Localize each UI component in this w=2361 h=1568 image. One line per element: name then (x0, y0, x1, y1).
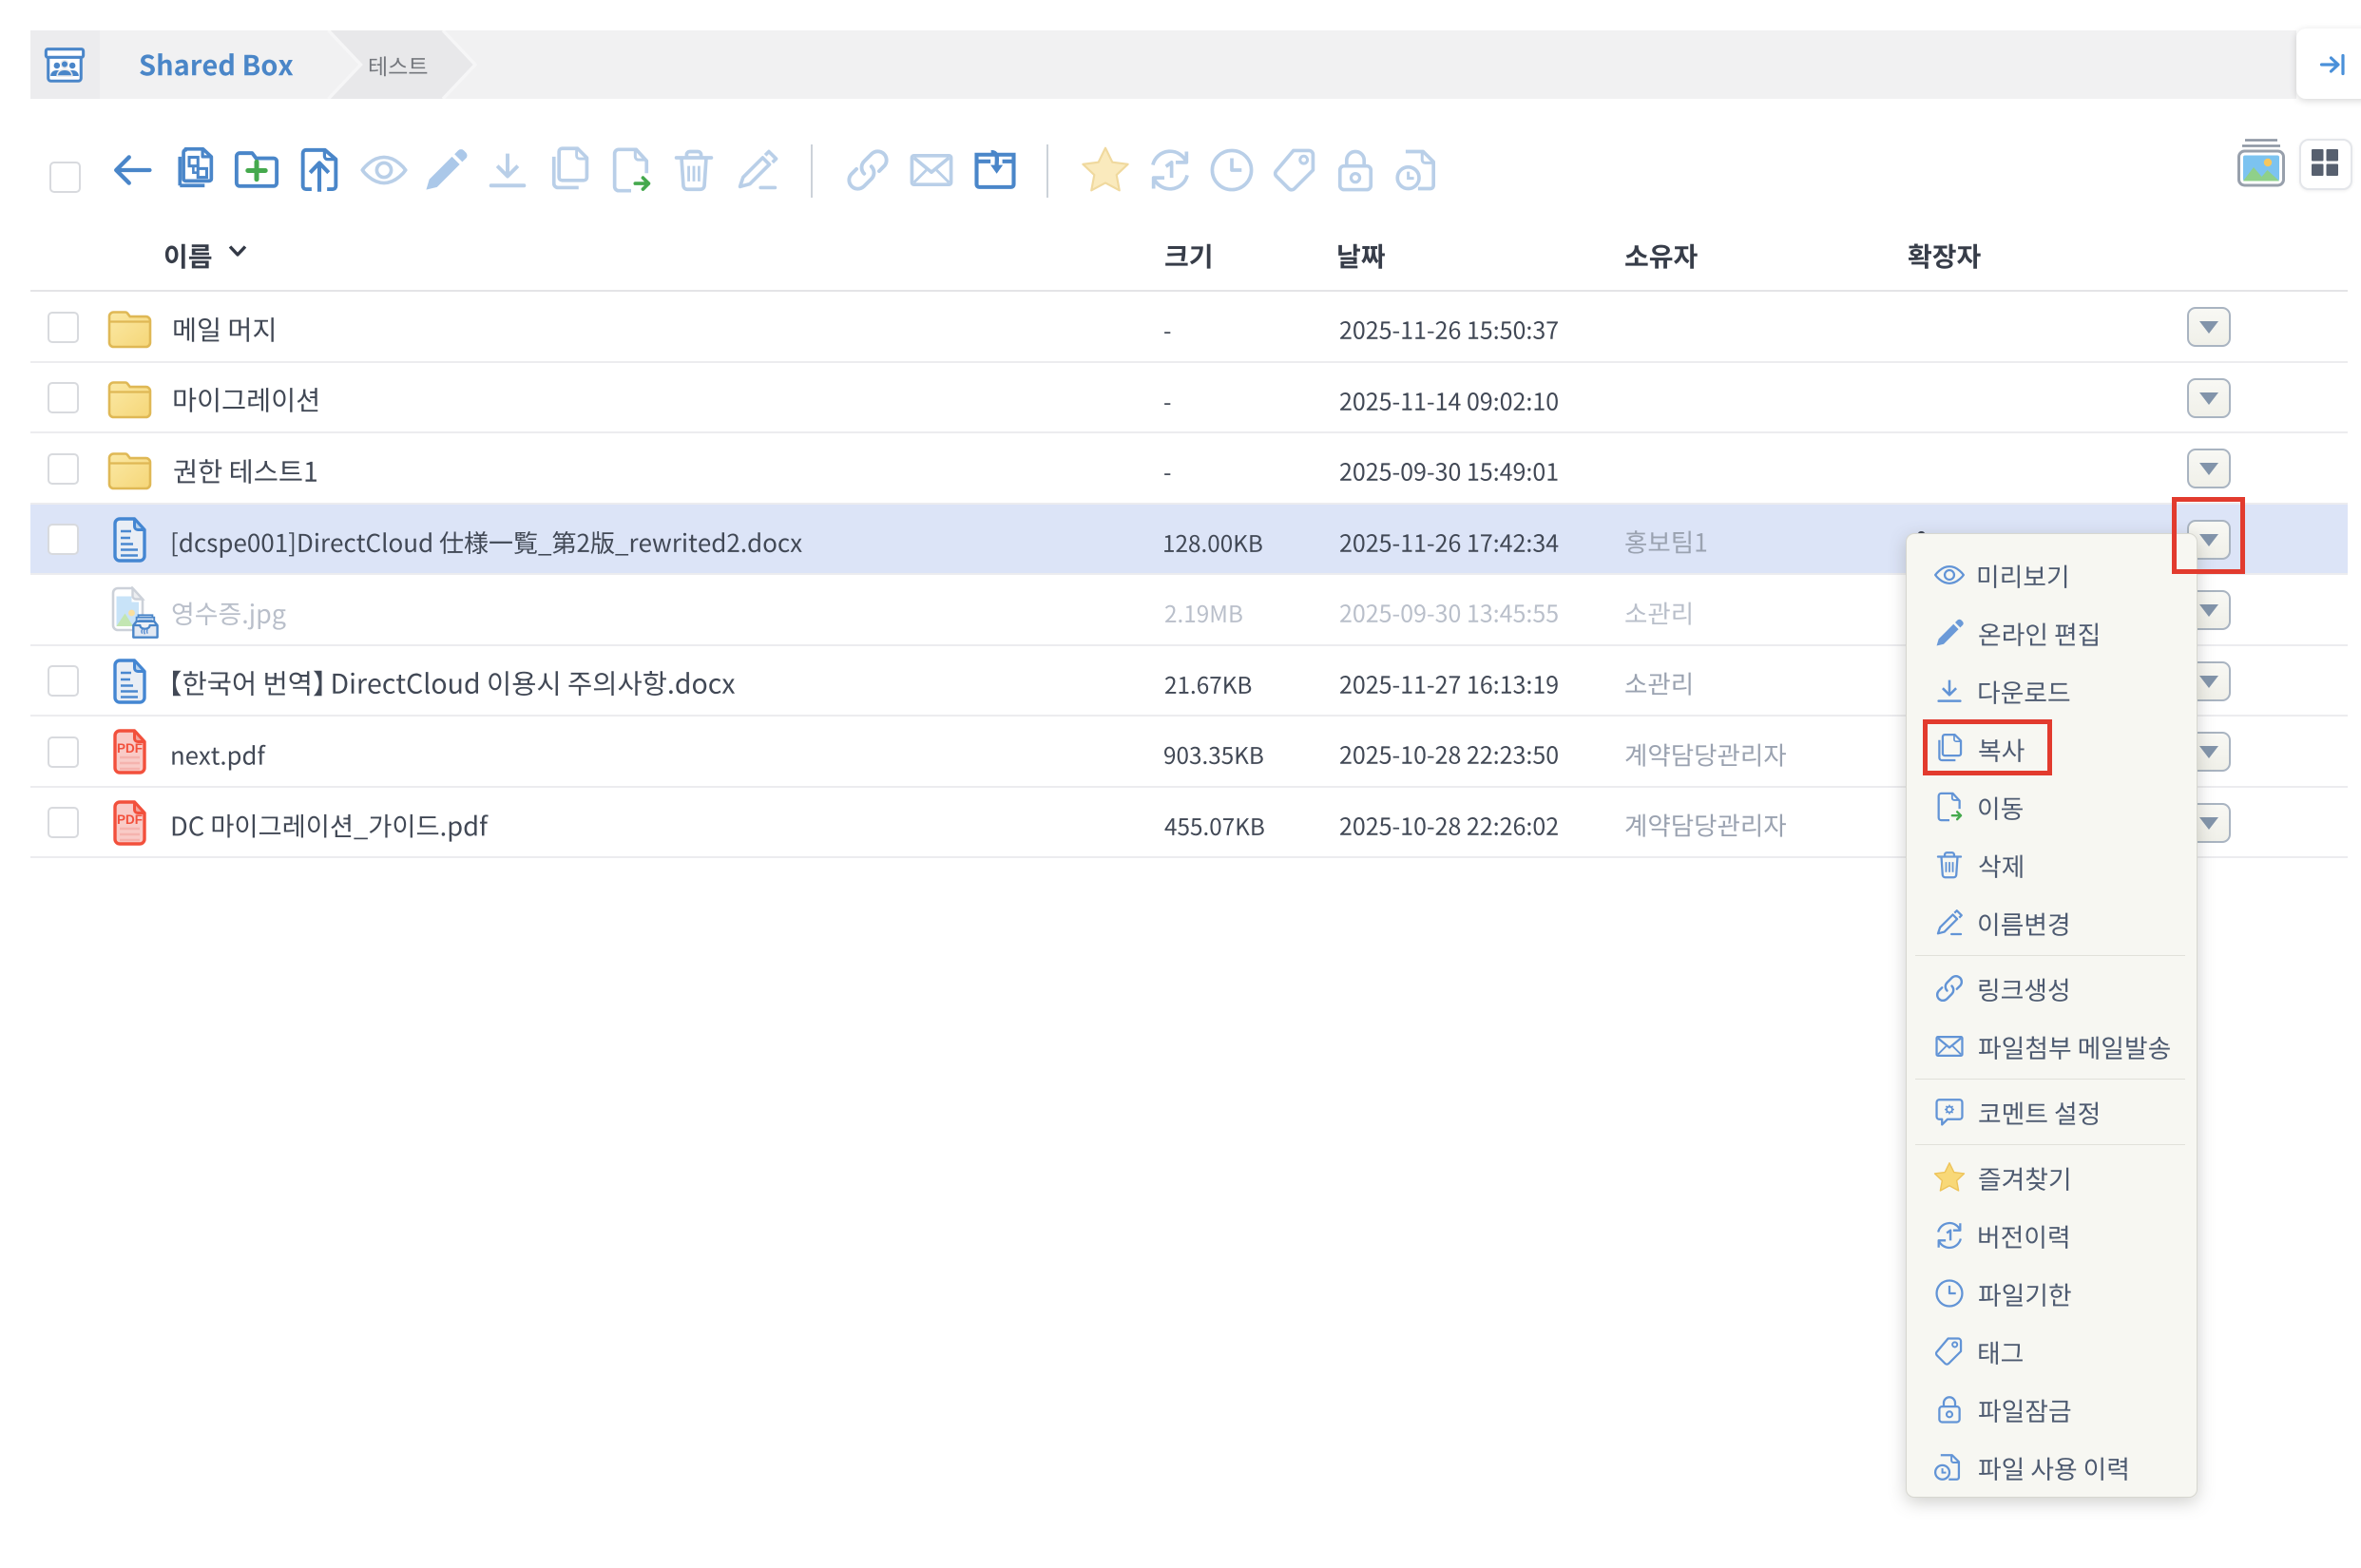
svg-text:PDF: PDF (117, 741, 143, 755)
svg-text:PDF: PDF (117, 813, 143, 827)
